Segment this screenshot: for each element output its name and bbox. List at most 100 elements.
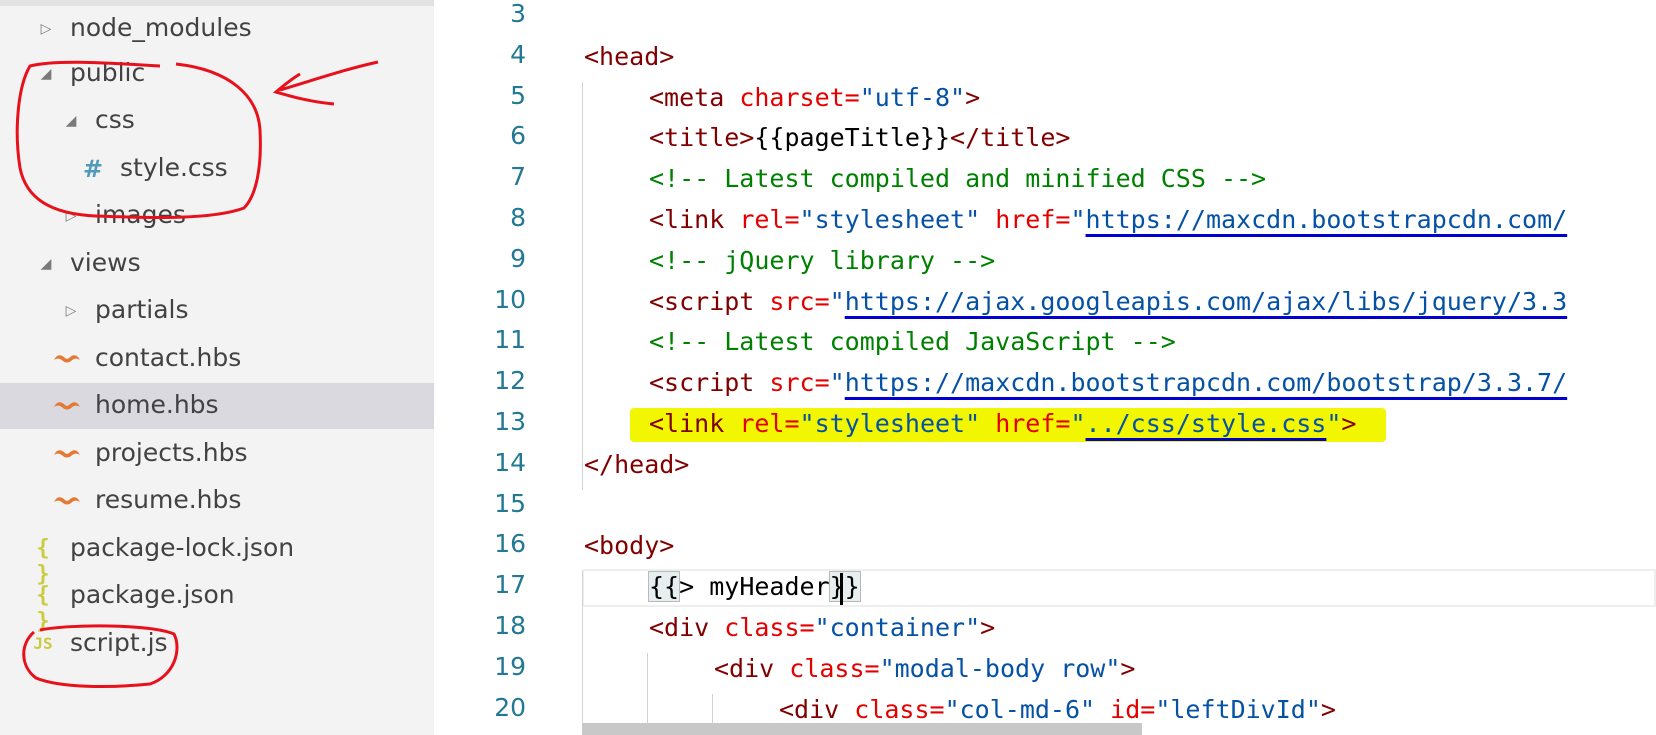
- code-token-tag: </head>: [584, 449, 690, 479]
- tree-file-package-lock-json[interactable]: { } package-lock.json: [0, 526, 434, 587]
- code-text: <link rel="stylesheet" href="https://max…: [649, 203, 1567, 237]
- tree-item-label: package-lock.json: [70, 533, 295, 562]
- code-token-tag: <title>: [649, 123, 755, 153]
- line-number: 14: [494, 447, 526, 477]
- code-line[interactable]: 3: [434, 0, 1656, 37]
- code-text: <body>: [584, 529, 674, 563]
- chevron-collapsed-icon[interactable]: ▷: [61, 206, 81, 226]
- line-number: 5: [510, 80, 526, 110]
- code-token-attr: id=: [1110, 694, 1156, 724]
- code-line[interactable]: 8 <link rel="stylesheet" href="https://ma…: [434, 200, 1656, 241]
- code-text: </head>: [584, 448, 689, 482]
- code-token-tag: <meta: [649, 82, 740, 112]
- code-line[interactable]: 15: [434, 486, 1656, 527]
- code-line[interactable]: 6 <title>{{pageTitle}}</title>: [434, 118, 1656, 159]
- code-token-link[interactable]: ../css/style.css: [1086, 409, 1327, 438]
- line-number: 16: [494, 529, 526, 559]
- line-number: 13: [494, 407, 526, 436]
- code-line[interactable]: 19 <div class="modal-body row">: [434, 649, 1656, 690]
- tree-file-contact-hbs[interactable]: contact.hbs: [0, 336, 434, 382]
- tree-file-script-js[interactable]: JS script.js: [0, 621, 434, 667]
- tree-folder-views[interactable]: ◢ views: [0, 241, 434, 287]
- code-token-tag: <div: [714, 653, 790, 683]
- code-token-attr: rel=: [739, 409, 800, 438]
- code-line[interactable]: 10 <script src="https://ajax.googleapis.c…: [434, 282, 1656, 323]
- tree-item-label: package.json: [70, 580, 235, 609]
- code-token-tag: <body>: [584, 531, 675, 561]
- handlebars-icon: [50, 393, 84, 419]
- code-text: <!-- jQuery library -->: [649, 244, 995, 278]
- horizontal-scrollbar[interactable]: [582, 723, 1142, 735]
- line-number: 20: [494, 692, 526, 722]
- code-line[interactable]: 11 <!-- Latest compiled JavaScript -->: [434, 322, 1656, 363]
- tree-folder-partials[interactable]: ▷ partials: [0, 288, 434, 334]
- handlebars-icon: [50, 488, 84, 514]
- tree-file-home-hbs[interactable]: home.hbs: [0, 383, 434, 429]
- tree-item-label: projects.hbs: [95, 438, 248, 467]
- code-line[interactable]: 16 <body>: [434, 526, 1656, 567]
- chevron-expanded-icon[interactable]: ◢: [36, 64, 56, 84]
- code-line[interactable]: 4 <head>: [434, 37, 1656, 78]
- tree-folder-images[interactable]: ▷ images: [0, 193, 434, 239]
- code-token-val: ": [1070, 205, 1086, 234]
- code-line[interactable]: 12 <script src="https://maxcdn.bootstrapc…: [434, 363, 1656, 404]
- code-line[interactable]: 9 <!-- jQuery library -->: [434, 241, 1656, 282]
- code-token-attr: href=: [995, 205, 1071, 234]
- code-line[interactable]: 7 <!-- Latest compiled and minified CSS -…: [434, 159, 1656, 200]
- line-number: 17: [494, 570, 526, 600]
- code-token-val: "container": [814, 613, 981, 642]
- handlebars-icon: [50, 441, 84, 467]
- code-token-tag: >: [1120, 653, 1136, 683]
- tree-folder-node-modules[interactable]: ▷ node_modules: [0, 6, 434, 52]
- tree-item-label: script.js: [70, 628, 168, 657]
- chevron-collapsed-icon[interactable]: ▷: [61, 301, 81, 321]
- code-line[interactable]: 18 <div class="container">: [434, 608, 1656, 649]
- chevron-expanded-icon[interactable]: ◢: [61, 111, 81, 131]
- chevron-collapsed-icon[interactable]: ▷: [36, 19, 56, 39]
- code-token-link[interactable]: https://ajax.googleapis.com/ajax/libs/jq…: [845, 287, 1567, 316]
- code-token-tag: <head>: [584, 41, 675, 71]
- code-line[interactable]: 14 </head>: [434, 445, 1656, 486]
- code-token-brace: {{: [647, 571, 681, 603]
- code-token-attr: href=: [995, 409, 1071, 438]
- code-token-link[interactable]: https://maxcdn.bootstrapcdn.com/bootstra…: [845, 368, 1567, 397]
- tree-folder-public[interactable]: ◢ public: [0, 51, 434, 97]
- code-token-attr: class=: [724, 613, 815, 642]
- tree-item-label: home.hbs: [95, 390, 219, 419]
- code-token-tag: <div: [649, 613, 725, 642]
- code-text: <!-- Latest compiled JavaScript -->: [649, 325, 1176, 359]
- tree-file-package-json[interactable]: { } package.json: [0, 573, 434, 634]
- code-text: <meta charset="utf-8">: [649, 81, 980, 115]
- code-line[interactable]: 5 <meta charset="utf-8">: [434, 78, 1656, 119]
- code-text: <div class="container">: [649, 611, 995, 645]
- tree-item-label: resume.hbs: [95, 485, 242, 514]
- tree-item-label: views: [70, 248, 141, 277]
- tree-item-label: css: [95, 105, 135, 134]
- code-token-val: "utf-8": [859, 82, 966, 112]
- code-token-attr: class=: [789, 653, 880, 683]
- code-token-val: ": [829, 368, 845, 398]
- code-token-link[interactable]: https://maxcdn.bootstrapcdn.com/: [1086, 205, 1568, 234]
- code-editor[interactable]: 3 4 <head> 5 <meta charset="utf-8"> 6 <title>{…: [434, 0, 1656, 735]
- tree-item-label: partials: [95, 295, 189, 324]
- code-token-val: "leftDivId": [1155, 694, 1321, 724]
- code-token-attr: src=: [769, 286, 830, 316]
- code-line[interactable]: 13 <link rel="stylesheet" href="../css/st…: [434, 404, 1656, 445]
- tree-item-label: node_modules: [70, 13, 252, 42]
- code-token-tag: >: [980, 613, 996, 642]
- tree-folder-css[interactable]: ◢ css: [0, 98, 434, 144]
- chevron-expanded-icon[interactable]: ◢: [36, 254, 56, 274]
- tree-file-projects-hbs[interactable]: projects.hbs: [0, 431, 434, 477]
- tree-file-style-css[interactable]: # style.css: [0, 146, 434, 192]
- code-token-val: ": [1326, 409, 1342, 438]
- line-number: 8: [510, 203, 526, 232]
- code-text: <script src="https://ajax.googleapis.com…: [649, 285, 1567, 319]
- code-token-tag: >: [1320, 694, 1336, 724]
- line-number: 3: [510, 0, 526, 28]
- js-icon: JS: [33, 634, 53, 653]
- code-text: <link rel="stylesheet" href="../css/styl…: [649, 407, 1356, 441]
- code-line[interactable]: 17 {{> myHeader}}: [434, 567, 1656, 608]
- tree-file-resume-hbs[interactable]: resume.hbs: [0, 478, 434, 524]
- code-token-val: "col-md-6": [944, 694, 1111, 724]
- json-icon: { }: [36, 583, 50, 634]
